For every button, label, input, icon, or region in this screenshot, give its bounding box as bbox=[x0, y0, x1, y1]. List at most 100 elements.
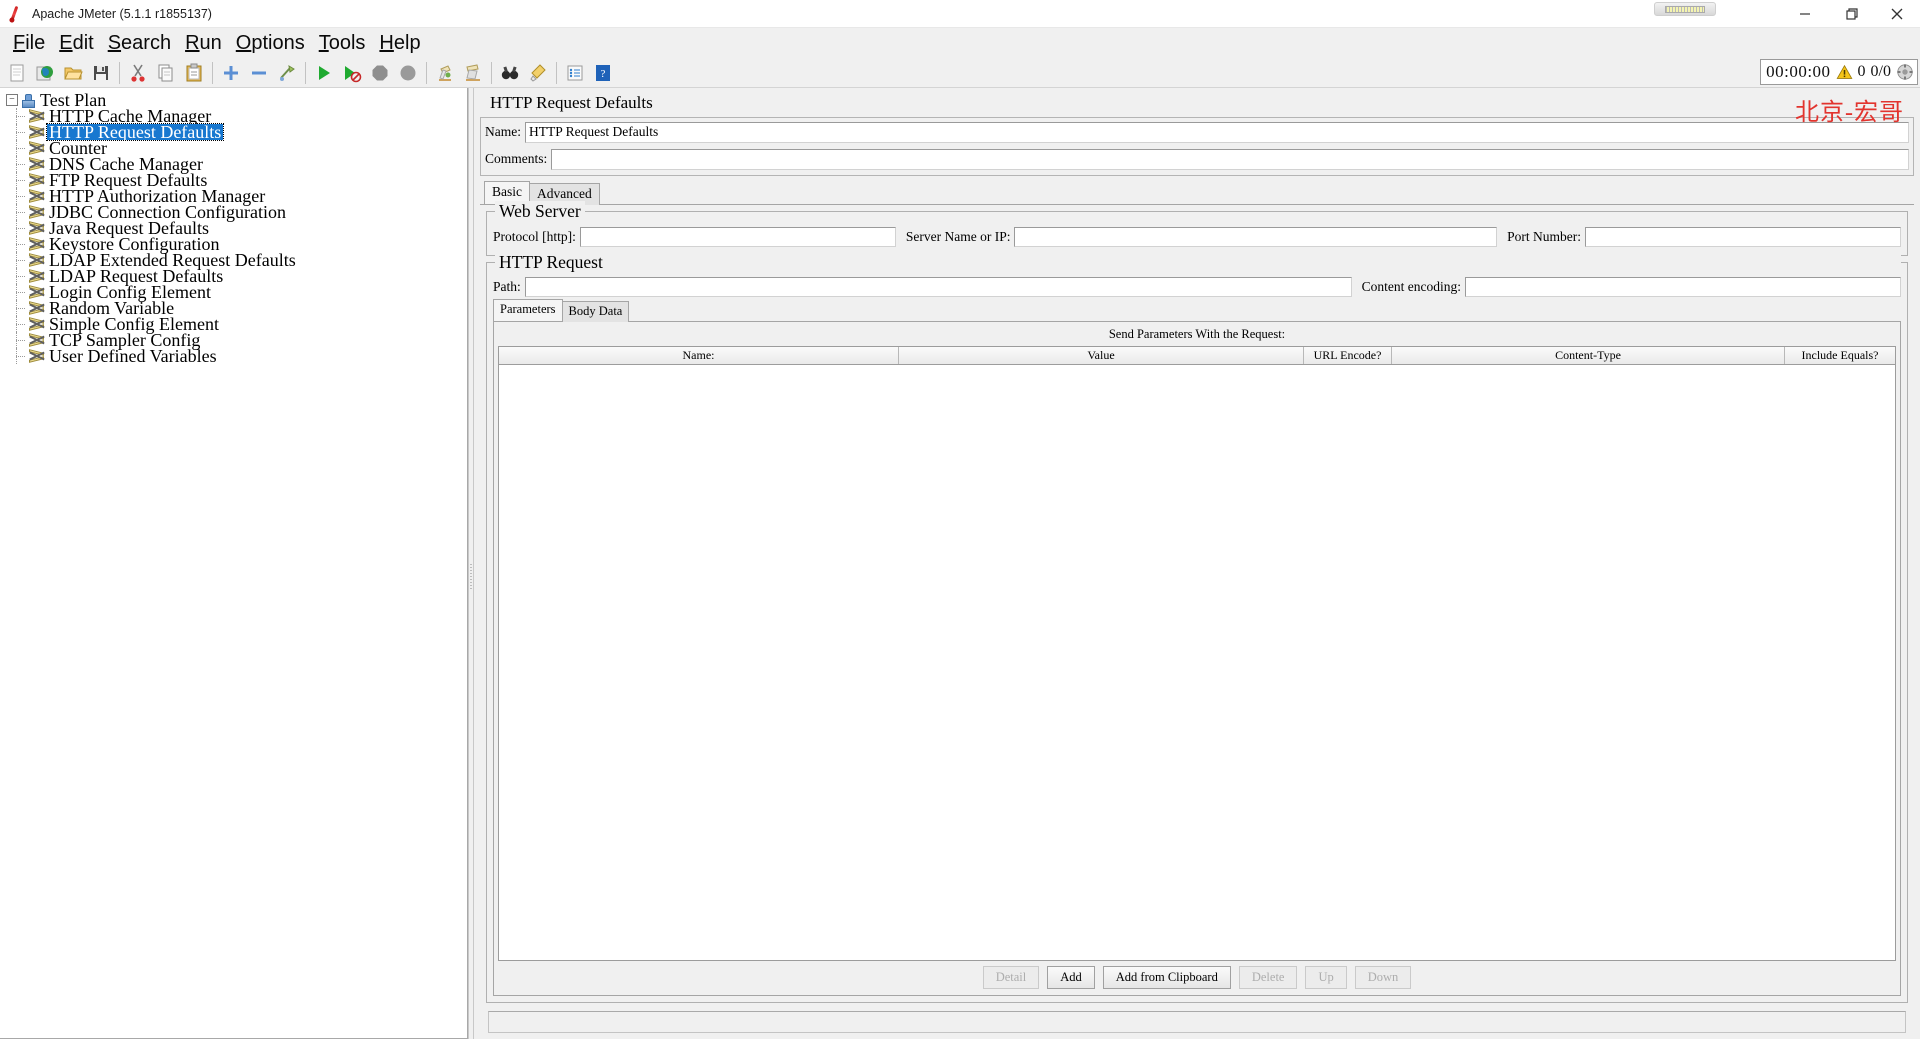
config-element-icon bbox=[28, 316, 46, 332]
feather-icon bbox=[6, 3, 28, 25]
templates-icon[interactable] bbox=[31, 60, 59, 86]
clear-all-icon[interactable] bbox=[459, 60, 487, 86]
window-preview-thumbnail[interactable] bbox=[1654, 2, 1716, 16]
toggle-icon[interactable] bbox=[273, 60, 301, 86]
server-name-label: Server Name or IP: bbox=[905, 229, 1011, 244]
expand-all-icon[interactable] bbox=[217, 60, 245, 86]
protocol-input[interactable] bbox=[579, 227, 896, 247]
comments-label: Comments: bbox=[485, 151, 548, 166]
thread-count: 0/0 bbox=[1870, 63, 1891, 80]
http-request-title: HTTP Request bbox=[495, 252, 1901, 272]
port-number-input[interactable] bbox=[1585, 227, 1901, 247]
bottom-status-strip bbox=[488, 1011, 1906, 1033]
config-element-icon bbox=[28, 252, 46, 268]
warning-triangle-icon bbox=[1836, 64, 1853, 79]
menu-bar: File Edit Search Run Options Tools Help bbox=[0, 28, 1920, 58]
test-plan-tree-panel[interactable]: − Test Plan HTTP Cache Manager HTTP Reque… bbox=[0, 88, 468, 1039]
page-title: HTTP Request Defaults bbox=[490, 93, 653, 112]
menu-file[interactable]: File bbox=[6, 32, 52, 55]
paste-icon[interactable] bbox=[180, 60, 208, 86]
title-bar: Apache JMeter (5.1.1 r1855137) bbox=[0, 0, 1920, 28]
parameters-table[interactable]: Name: Value URL Encode? Content-Type Include… bbox=[498, 346, 1896, 961]
menu-search[interactable]: Search bbox=[101, 32, 178, 55]
help-icon[interactable]: ? bbox=[589, 60, 617, 86]
name-input[interactable] bbox=[525, 121, 1909, 143]
copy-icon[interactable] bbox=[152, 60, 180, 86]
new-icon[interactable] bbox=[3, 60, 31, 86]
config-element-icon bbox=[28, 348, 46, 364]
config-element-icon bbox=[28, 124, 46, 140]
stop-icon[interactable] bbox=[366, 60, 394, 86]
watermark-text: 北京-宏哥 bbox=[1795, 100, 1904, 126]
config-element-icon bbox=[28, 204, 46, 220]
content-encoding-input[interactable] bbox=[1465, 277, 1901, 297]
column-header-include-equals[interactable]: Include Equals? bbox=[1785, 347, 1895, 364]
table-body[interactable] bbox=[499, 365, 1895, 960]
cut-icon[interactable] bbox=[124, 60, 152, 86]
column-header-url-encode[interactable]: URL Encode? bbox=[1304, 347, 1392, 364]
add-from-clipboard-button[interactable]: Add from Clipboard bbox=[1102, 966, 1231, 989]
warning-count: 0 bbox=[1857, 63, 1866, 80]
toolbar: ? 00:00:00 0 0/0 bbox=[0, 58, 1920, 88]
tree-node-user-defined-variables[interactable]: User Defined Variables bbox=[6, 346, 467, 366]
svg-text:?: ? bbox=[601, 68, 606, 80]
server-name-input[interactable] bbox=[1014, 227, 1498, 247]
minimize-button[interactable] bbox=[1782, 0, 1828, 28]
shutdown-icon[interactable] bbox=[394, 60, 422, 86]
content-encoding-label: Content encoding: bbox=[1361, 279, 1461, 294]
elapsed-timer: 00:00:00 bbox=[1766, 62, 1831, 81]
down-button: Down bbox=[1354, 966, 1412, 989]
config-element-icon bbox=[28, 108, 46, 124]
path-input[interactable] bbox=[524, 277, 1352, 297]
maximize-button[interactable] bbox=[1828, 0, 1874, 28]
port-number-label: Port Number: bbox=[1507, 229, 1581, 244]
element-editor-panel: HTTP Request Defaults 北京-宏哥 Name: Commen… bbox=[474, 88, 1920, 1039]
test-plan-icon bbox=[20, 93, 36, 108]
column-header-name[interactable]: Name: bbox=[499, 347, 899, 364]
comments-input[interactable] bbox=[551, 148, 1909, 170]
menu-options[interactable]: Options bbox=[229, 32, 312, 55]
config-element-icon bbox=[28, 172, 46, 188]
window-title: Apache JMeter (5.1.1 r1855137) bbox=[32, 6, 212, 21]
request-body-tabs: Parameters Body Data bbox=[493, 299, 1901, 322]
window-controls bbox=[1782, 0, 1920, 28]
save-icon[interactable] bbox=[87, 60, 115, 86]
column-header-value[interactable]: Value bbox=[899, 347, 1304, 364]
tab-parameters[interactable]: Parameters bbox=[493, 299, 563, 321]
config-element-icon bbox=[28, 332, 46, 348]
tree-children: HTTP Cache Manager HTTP Request Defaults C… bbox=[6, 107, 467, 366]
tab-body-data[interactable]: Body Data bbox=[561, 301, 630, 322]
send-parameters-caption: Send Parameters With the Request: bbox=[1108, 327, 1286, 341]
name-comments-box: Name: Comments: bbox=[480, 117, 1914, 176]
start-no-pauses-icon[interactable] bbox=[338, 60, 366, 86]
menu-tools[interactable]: Tools bbox=[312, 32, 373, 55]
clear-icon[interactable] bbox=[431, 60, 459, 86]
column-header-content-type[interactable]: Content-Type bbox=[1392, 347, 1785, 364]
config-element-icon bbox=[28, 284, 46, 300]
comments-row: Comments: bbox=[485, 148, 1909, 170]
open-icon[interactable] bbox=[59, 60, 87, 86]
config-element-icon bbox=[28, 220, 46, 236]
function-helper-icon[interactable] bbox=[561, 60, 589, 86]
collapse-all-icon[interactable] bbox=[245, 60, 273, 86]
start-icon[interactable] bbox=[310, 60, 338, 86]
toolbar-separator bbox=[212, 61, 213, 84]
tree-node-label: User Defined Variables bbox=[49, 346, 217, 366]
menu-help[interactable]: Help bbox=[372, 32, 427, 55]
path-row: Path: Content encoding: bbox=[493, 277, 1901, 297]
protocol-label: Protocol [http]: bbox=[493, 229, 576, 244]
search-icon[interactable] bbox=[496, 60, 524, 86]
config-element-icon bbox=[28, 188, 46, 204]
expand-toggle-icon[interactable]: − bbox=[6, 94, 18, 106]
add-button[interactable]: Add bbox=[1047, 966, 1095, 989]
table-header-row: Name: Value URL Encode? Content-Type Include… bbox=[499, 347, 1895, 365]
http-request-group: HTTP Request Path: Content encoding: Par… bbox=[486, 252, 1908, 1003]
web-server-title: Web Server bbox=[495, 201, 585, 221]
toolbar-separator bbox=[556, 61, 557, 84]
close-button[interactable] bbox=[1874, 0, 1920, 28]
menu-run[interactable]: Run bbox=[178, 32, 229, 55]
search-reset-icon[interactable] bbox=[524, 60, 552, 86]
config-element-icon bbox=[28, 236, 46, 252]
test-plan-tree: − Test Plan HTTP Cache Manager HTTP Reque… bbox=[0, 88, 467, 366]
menu-edit[interactable]: Edit bbox=[52, 32, 100, 55]
